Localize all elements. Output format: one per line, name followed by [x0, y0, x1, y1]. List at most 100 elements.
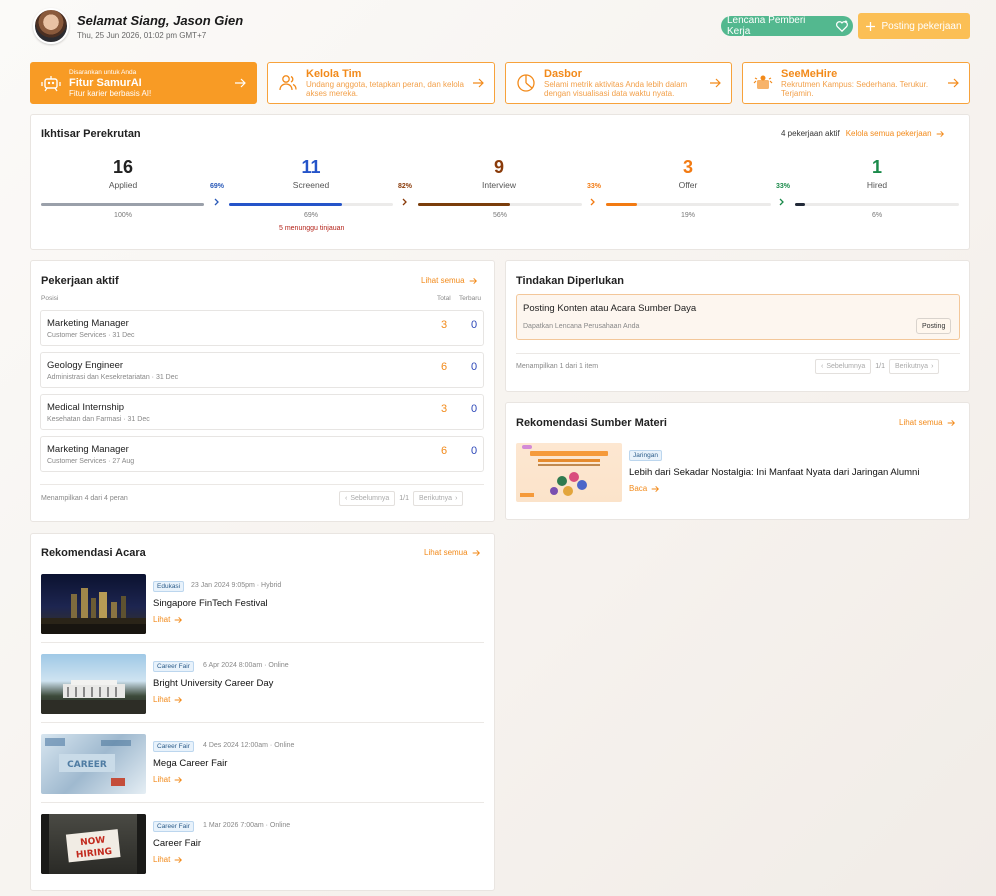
- read-label: Baca: [629, 484, 648, 493]
- jobs-see-all-link[interactable]: Lihat semua: [421, 276, 477, 285]
- event-tag: Career Fair: [153, 741, 194, 752]
- feature-dashboard-card[interactable]: Dasbor Selami metrik aktivitas Anda lebi…: [505, 62, 732, 104]
- overview-meta: 4 pekerjaan aktif Kelola semua pekerjaan: [781, 129, 944, 138]
- job-new: 0: [471, 319, 478, 331]
- active-jobs-title: Pekerjaan aktif: [41, 275, 119, 287]
- event-tag: Career Fair: [153, 661, 194, 672]
- prev-page-button[interactable]: ‹ Sebelumnya: [339, 491, 396, 506]
- arrow-right-icon: [175, 856, 183, 863]
- feature-team-card[interactable]: Kelola Tim Undang anggota, tetapkan pera…: [267, 62, 495, 104]
- events-see-all-link[interactable]: Lihat semua: [424, 548, 480, 557]
- action-item[interactable]: Posting Konten atau Acara Sumber Daya Da…: [516, 294, 960, 340]
- job-total: 3: [441, 403, 448, 415]
- actions-panel: Tindakan Diperlukan Posting Konten atau …: [505, 260, 970, 392]
- resources-panel: Rekomendasi Sumber Materi Lihat semua Ja…: [505, 402, 970, 520]
- city-skyline-image: [41, 588, 146, 634]
- job-title: Medical Internship: [47, 402, 125, 413]
- events-panel: Rekomendasi Acara Lihat semua Edukasi 23…: [30, 533, 495, 891]
- event-thumbnail: [41, 574, 146, 634]
- now-hiring-sign-image: NOW HIRING: [41, 814, 146, 874]
- feature-samurai-desc: Fitur karier berbasis AI!: [69, 88, 152, 98]
- event-item[interactable]: CAREER Career Fair 4 Des 2024 12:00am · …: [41, 734, 484, 794]
- job-total: 6: [441, 445, 448, 457]
- col-new: Terbaru: [459, 295, 482, 302]
- arrow-right-icon: [469, 277, 477, 284]
- stage-bar-offer: [606, 203, 771, 206]
- resource-thumbnail[interactable]: [516, 443, 622, 502]
- event-meta: 6 Apr 2024 8:00am · Online: [203, 662, 289, 669]
- event-title: Singapore FinTech Festival: [153, 598, 268, 609]
- event-tag: Edukasi: [153, 581, 185, 592]
- stage-interview: 9 Interview: [469, 157, 529, 190]
- job-new: 0: [471, 361, 478, 373]
- stage-pct: 6%: [871, 212, 883, 219]
- jobs-pagination: ‹ Sebelumnya 1/1 Berikutnya ›: [339, 491, 464, 506]
- event-view-link[interactable]: Lihat: [153, 855, 183, 864]
- event-item[interactable]: Career Fair 6 Apr 2024 8:00am · Online B…: [41, 654, 484, 714]
- chevron-right-icon: ›: [455, 495, 458, 502]
- stage-applied: 16 Applied: [93, 157, 153, 190]
- manage-jobs-label: Kelola semua pekerjaan: [845, 129, 932, 138]
- post-job-button[interactable]: Posting pekerjaan: [858, 13, 970, 39]
- resource-title[interactable]: Lebih dari Sekadar Nostalgia: Ini Manfaa…: [629, 467, 919, 478]
- chevron-left-icon: ‹: [345, 495, 348, 502]
- arrow-right-icon: [235, 78, 246, 88]
- stage-pct: 19%: [680, 212, 695, 219]
- pending-review[interactable]: 5 menunggu tinjauan: [279, 225, 344, 232]
- job-total: 6: [441, 361, 448, 373]
- stage-label: Hired: [866, 180, 888, 190]
- arrow-right-icon: [651, 485, 660, 492]
- table-row[interactable]: Medical Internship Kesehatan dan Farmasi…: [40, 394, 484, 430]
- chevron-right-icon: [590, 198, 595, 206]
- stage-bar-hired: [795, 203, 959, 206]
- feature-samurai-title: Fitur SamurAI: [69, 76, 142, 89]
- posting-button[interactable]: Posting: [916, 318, 952, 334]
- resource-illustration: [520, 445, 608, 497]
- actions-showing: Menampilkan 1 dari 1 item: [516, 363, 599, 370]
- event-view-link[interactable]: Lihat: [153, 615, 183, 624]
- stage-pct: 100%: [114, 212, 132, 219]
- table-row[interactable]: Marketing Manager Customer Services · 31…: [40, 310, 484, 346]
- table-row[interactable]: Geology Engineer Administrasi dan Kesekr…: [40, 352, 484, 388]
- plus-icon: [866, 21, 876, 31]
- resource-read-link[interactable]: Baca: [629, 484, 660, 493]
- stage-pct: 69%: [303, 212, 318, 219]
- prev-page-button[interactable]: ‹ Sebelumnya: [815, 359, 872, 374]
- manage-jobs-link[interactable]: Kelola semua pekerjaan: [846, 129, 944, 138]
- event-view-link[interactable]: Lihat: [153, 695, 183, 704]
- event-view-link[interactable]: Lihat: [153, 775, 183, 784]
- feature-samurai-card[interactable]: Disarankan untuk Anda Fitur SamurAI Fitu…: [30, 62, 257, 104]
- event-meta: 1 Mar 2026 7:00am · Online: [203, 822, 291, 829]
- event-item[interactable]: NOW HIRING Career Fair 1 Mar 2026 7:00am…: [41, 814, 484, 874]
- event-item[interactable]: Edukasi 23 Jan 2024 9:05pm · Hybrid Sing…: [41, 574, 484, 634]
- feature-seemehire-card[interactable]: SeeMeHire Rekrutmen Kampus: Sederhana. T…: [742, 62, 970, 104]
- robot-icon: [41, 76, 61, 92]
- chevron-right-icon: ›: [931, 363, 934, 370]
- employer-badge-button[interactable]: Lencana Pemberi Kerja: [721, 15, 853, 37]
- stage-label: Offer: [678, 180, 698, 190]
- table-row[interactable]: Marketing Manager Customer Services · 27…: [40, 436, 484, 472]
- resources-see-all-link[interactable]: Lihat semua: [899, 418, 955, 427]
- arrow-right-icon: [710, 78, 721, 88]
- feature-dashboard-title: Dasbor: [544, 68, 582, 80]
- stage-count: 3: [682, 157, 693, 177]
- view-label: Lihat: [153, 855, 171, 864]
- hiring-overview-title: Ikhtisar Perekrutan: [41, 128, 141, 140]
- active-jobs-count: 4 pekerjaan aktif: [781, 129, 840, 138]
- conversion-rate: 69%: [210, 183, 225, 190]
- next-page-button[interactable]: Berikutnya ›: [889, 359, 940, 374]
- stage-pct: 56%: [492, 212, 507, 219]
- chevron-right-icon: [779, 198, 784, 206]
- actions-pagination: ‹ Sebelumnya 1/1 Berikutnya ›: [815, 359, 940, 374]
- event-title: Career Fair: [153, 838, 202, 849]
- avatar[interactable]: [33, 8, 69, 44]
- next-page-button[interactable]: Berikutnya ›: [413, 491, 464, 506]
- job-meta: Customer Services · 27 Aug: [47, 458, 135, 465]
- hiring-overview-panel: Ikhtisar Perekrutan 4 pekerjaan aktif Ke…: [30, 114, 970, 250]
- university-building-image: [41, 680, 146, 714]
- feature-seemehire-title: SeeMeHire: [781, 68, 838, 80]
- actions-title: Tindakan Diperlukan: [516, 275, 624, 287]
- job-meta: Administrasi dan Kesekretariatan · 31 De…: [47, 374, 179, 381]
- career-board-image: CAREER: [45, 738, 131, 786]
- employer-badge-label: Lencana Pemberi Kerja: [727, 15, 806, 37]
